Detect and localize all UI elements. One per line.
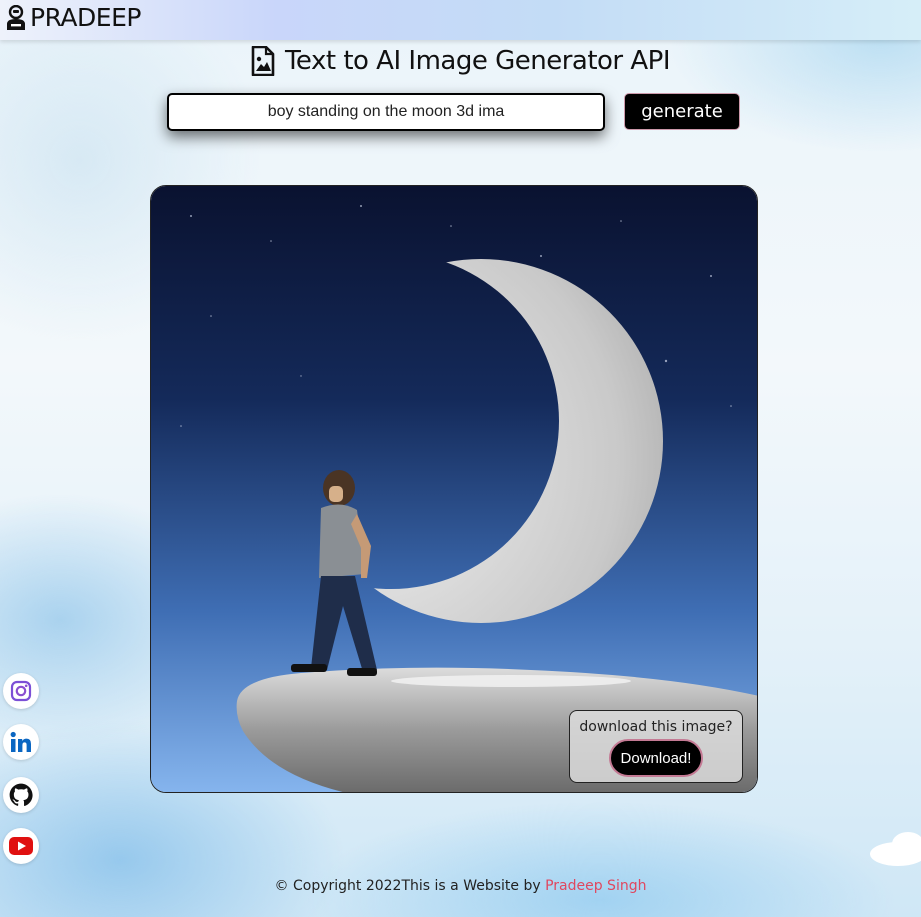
instagram-link[interactable] (3, 673, 39, 709)
instagram-icon (10, 680, 32, 702)
download-prompt-text: download this image? (579, 719, 733, 735)
github-link[interactable] (3, 777, 39, 813)
page-header: Text to AI Image Generator API (0, 46, 921, 76)
prompt-input[interactable] (167, 93, 605, 131)
download-button[interactable]: Download! (609, 739, 703, 777)
linkedin-icon (10, 731, 31, 752)
download-panel: download this image? Download! (569, 710, 743, 783)
generated-image (151, 186, 757, 792)
generate-button[interactable]: generate (624, 93, 740, 130)
linkedin-link[interactable] (3, 724, 39, 760)
brand[interactable]: PRADEEP (5, 5, 141, 31)
footer: © Copyright 2022This is a Website by Pra… (0, 878, 921, 894)
youtube-icon (9, 837, 33, 855)
generated-image-card: download this image? Download! (150, 185, 758, 793)
youtube-link[interactable] (3, 828, 39, 864)
copyright-text: © Copyright 2022This is a Website by (274, 878, 546, 894)
user-icon (7, 5, 25, 30)
author-link[interactable]: Pradeep Singh (545, 878, 646, 894)
file-image-icon (251, 46, 275, 76)
github-icon (9, 783, 33, 806)
cloud-decoration (870, 832, 921, 866)
top-navbar: PRADEEP (0, 0, 921, 40)
brand-name: PRADEEP (30, 3, 141, 32)
page-title: Text to AI Image Generator API (284, 46, 671, 76)
